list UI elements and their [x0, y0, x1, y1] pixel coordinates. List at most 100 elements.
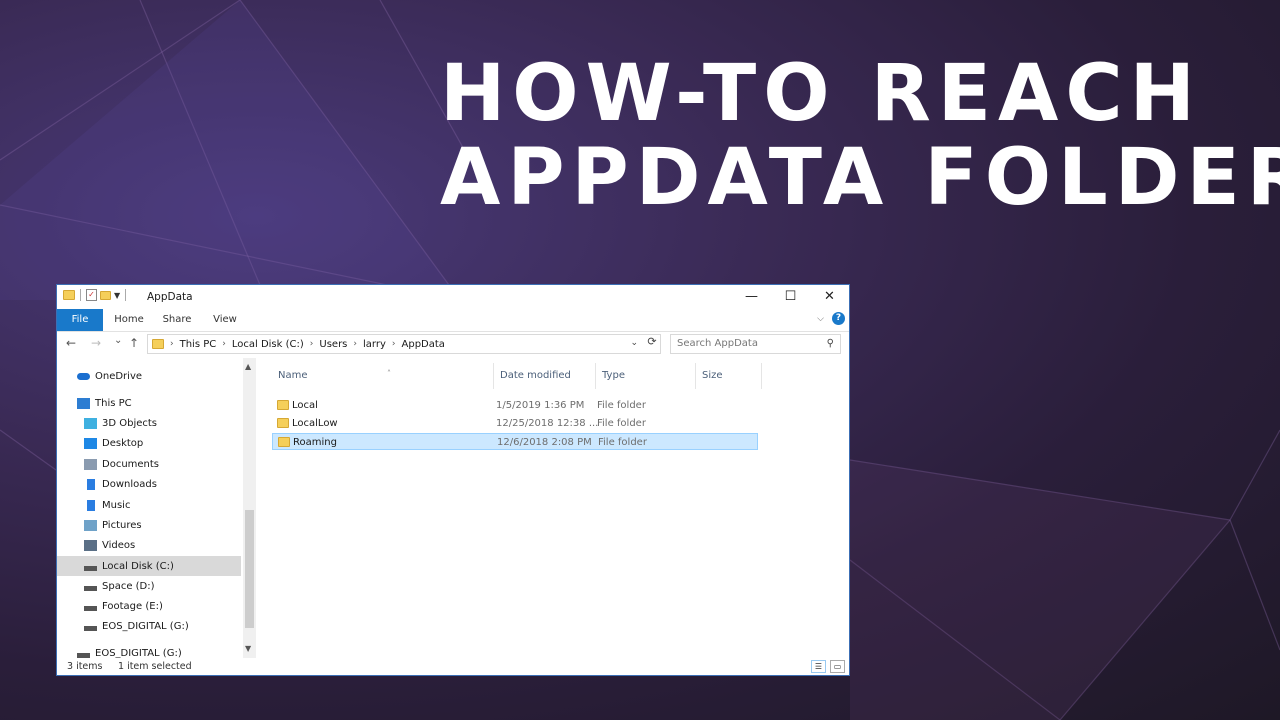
sidebar-item[interactable]: OneDrive: [57, 366, 241, 386]
search-input[interactable]: Search AppData ⚲: [670, 334, 841, 354]
file-name: Roaming: [293, 437, 337, 448]
close-button[interactable]: ✕: [810, 285, 849, 309]
file-date-modified: 12/25/2018 12:38 ...: [496, 418, 599, 429]
file-type: File folder: [597, 400, 646, 411]
file-list: Name ˄ Date modified Type Size Local 1/5/…: [262, 358, 849, 658]
chevron-right-icon[interactable]: ›: [353, 339, 357, 349]
properties-icon[interactable]: ✓: [86, 289, 97, 301]
sidebar-item[interactable]: Footage (E:): [57, 596, 241, 616]
window-title: AppData: [147, 291, 193, 303]
address-bar[interactable]: › This PC › Local Disk (C:) › Users › la…: [147, 334, 661, 354]
column-header-name[interactable]: Name ˄: [272, 363, 494, 389]
breadcrumb-appdata[interactable]: AppData: [402, 339, 445, 350]
folder-icon: [278, 437, 290, 447]
sidebar-item[interactable]: EOS_DIGITAL (G:): [57, 616, 241, 636]
sidebar-item[interactable]: 3D Objects: [57, 413, 241, 433]
sidebar-item-label: Desktop: [102, 437, 144, 449]
folder-icon: [63, 290, 75, 300]
tab-share[interactable]: Share: [157, 309, 197, 331]
navigation-pane: OneDrive This PC 3D Objects Desktop Document…: [57, 358, 257, 658]
sidebar-item[interactable]: EOS_DIGITAL (G:): [57, 643, 241, 658]
details-view-icon[interactable]: ☰: [811, 660, 826, 673]
sidebar-item-label: Downloads: [102, 478, 157, 490]
file-date-modified: 1/5/2019 1:36 PM: [496, 400, 585, 411]
sidebar-item-label: Videos: [102, 539, 136, 551]
chevron-down-icon[interactable]: ⌄: [630, 338, 638, 348]
up-button[interactable]: ↑: [129, 336, 139, 350]
navigation-bar: ← → ⌄ ↑ › This PC › Local Disk (C:) › Us…: [57, 332, 849, 358]
headline-line-2: APPDATA FOLDER: [440, 133, 1280, 223]
back-button[interactable]: ←: [66, 336, 76, 350]
drive-icon: [84, 565, 97, 571]
toolbar-divider: [125, 289, 127, 301]
sidebar-item[interactable]: Music: [57, 495, 241, 515]
sidebar-item-label: Documents: [102, 458, 160, 470]
window-controls: — ☐ ✕: [732, 285, 849, 309]
maximize-button[interactable]: ☐: [771, 285, 810, 309]
recent-locations-button[interactable]: ⌄: [114, 335, 122, 346]
sidebar-item[interactable]: This PC: [57, 393, 241, 413]
breadcrumb-larry[interactable]: larry: [363, 339, 386, 350]
search-icon: ⚲: [826, 338, 834, 349]
ribbon-tabs: File Home Share View ⌵ ?: [57, 309, 849, 332]
file-type: File folder: [597, 418, 646, 429]
desktop-icon: [84, 437, 97, 449]
table-row[interactable]: Roaming 12/6/2018 2:08 PM File folder: [272, 433, 758, 450]
expand-ribbon-icon[interactable]: ⌵: [817, 314, 824, 324]
sidebar-item-label: Local Disk (C:): [102, 560, 174, 572]
sidebar-item-label: Footage (E:): [102, 600, 163, 612]
ribbon-right: ⌵ ?: [817, 312, 845, 325]
sidebar-item[interactable]: Pictures: [57, 515, 241, 535]
quick-access-toolbar: ✓ ▼: [63, 289, 128, 301]
table-row[interactable]: Local 1/5/2019 1:36 PM File folder: [272, 397, 758, 414]
chevron-right-icon[interactable]: ›: [170, 339, 174, 349]
column-header-size[interactable]: Size: [696, 363, 762, 389]
folder-icon: [277, 400, 289, 410]
tab-view[interactable]: View: [205, 309, 245, 331]
minimize-button[interactable]: —: [732, 285, 771, 309]
sidebar-item[interactable]: Space (D:): [57, 576, 241, 596]
item-count: 3 items: [67, 661, 103, 672]
drive-icon: [77, 652, 90, 658]
chevron-right-icon[interactable]: ›: [222, 339, 226, 349]
headline: HOW-TO REACH APPDATA FOLDER: [440, 49, 1280, 223]
column-label: Name: [278, 370, 308, 381]
sidebar-item-label: 3D Objects: [102, 417, 158, 429]
refresh-icon[interactable]: ⟳: [645, 335, 659, 351]
headline-line-1: HOW-TO REACH: [440, 49, 1202, 139]
music-note-icon: [87, 499, 95, 511]
picture-icon: [84, 519, 97, 531]
sidebar-item[interactable]: Downloads: [57, 474, 241, 494]
customize-toolbar-icon[interactable]: ▼: [114, 291, 120, 300]
scrollbar-thumb[interactable]: [245, 510, 254, 628]
forward-button[interactable]: →: [91, 336, 101, 350]
column-header-date-modified[interactable]: Date modified: [494, 363, 596, 389]
large-icons-view-icon[interactable]: ▭: [830, 660, 845, 673]
toolbar-divider: [80, 289, 81, 301]
breadcrumb-users[interactable]: Users: [319, 339, 347, 350]
navigation-pane-scrollbar[interactable]: ▲ ▼: [243, 358, 256, 658]
sidebar-item[interactable]: Local Disk (C:): [57, 556, 241, 576]
chevron-right-icon[interactable]: ›: [310, 339, 314, 349]
sidebar-item[interactable]: Documents: [57, 454, 241, 474]
sidebar-item-label: EOS_DIGITAL (G:): [102, 620, 189, 632]
help-icon[interactable]: ?: [832, 312, 845, 325]
column-header-type[interactable]: Type: [596, 363, 696, 389]
sidebar-item[interactable]: Videos: [57, 535, 241, 555]
new-folder-icon[interactable]: [100, 290, 111, 300]
sidebar-item[interactable]: Desktop: [57, 433, 241, 453]
scroll-up-icon[interactable]: ▲: [245, 362, 251, 371]
tab-home[interactable]: Home: [109, 309, 149, 331]
sort-ascending-icon: ˄: [387, 369, 391, 378]
drive-icon: [84, 625, 97, 631]
breadcrumb-local-disk[interactable]: Local Disk (C:): [232, 339, 304, 350]
selection-count: 1 item selected: [118, 661, 192, 672]
cloud-icon: [77, 372, 90, 380]
breadcrumb-this-pc[interactable]: This PC: [180, 339, 217, 350]
table-row[interactable]: LocalLow 12/25/2018 12:38 ... File folder: [272, 415, 758, 432]
sidebar-item-label: Music: [102, 499, 131, 511]
scroll-down-icon[interactable]: ▼: [245, 644, 251, 653]
download-arrow-icon: [87, 478, 95, 490]
tab-file[interactable]: File: [57, 309, 103, 331]
chevron-right-icon[interactable]: ›: [392, 339, 396, 349]
